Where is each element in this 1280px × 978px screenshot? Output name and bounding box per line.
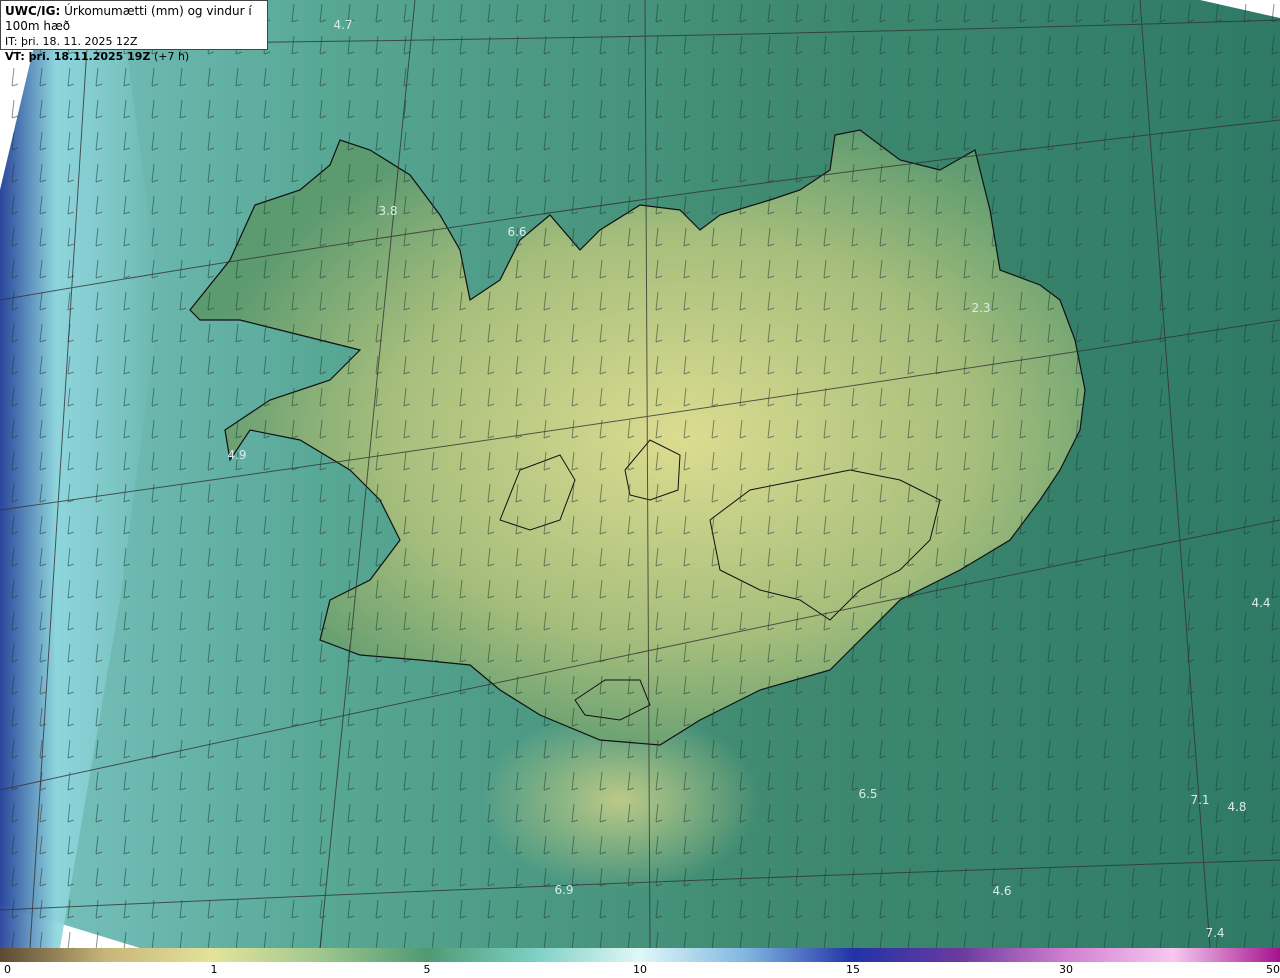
- product-title-line: UWC/IG: Úrkomumætti (mm) og vindur í 100…: [5, 4, 263, 34]
- map-value-label: 7.4: [1205, 926, 1225, 940]
- model-label: UWC/IG:: [5, 4, 61, 18]
- map-value-label: 4.4: [1251, 596, 1271, 610]
- colorbar-tick-label: 0: [4, 963, 11, 976]
- map-value-label: 6.9: [554, 883, 574, 897]
- colorbar-legend: 0 1 5 10 15 30 50: [0, 948, 1280, 978]
- map-value-label: 4.9: [227, 448, 247, 462]
- map-value-label: 7.1: [1190, 793, 1210, 807]
- map-info-box: UWC/IG: Úrkomumætti (mm) og vindur í 100…: [0, 0, 268, 63]
- colorbar-tick-label: 10: [633, 963, 647, 976]
- colorbar-tick-label: 1: [210, 963, 218, 976]
- colorbar-tick-label: 30: [1059, 963, 1073, 976]
- map-value-label: 4.8: [1227, 800, 1247, 814]
- map-value-label: 4.6: [992, 884, 1012, 898]
- map-value-label: 6.6: [507, 225, 527, 239]
- valid-time: VT: þri. 18.11.2025 19Z: [5, 50, 151, 63]
- map-value-label: 4.7: [333, 18, 353, 32]
- colorbar-strip: [0, 948, 1280, 962]
- colorbar-tick-label: 50: [1266, 963, 1280, 976]
- lead-time: (+7 h): [153, 50, 190, 63]
- map-value-label: 6.5: [858, 787, 878, 801]
- valid-time-line: VT: þri. 18.11.2025 19Z (+7 h): [5, 49, 263, 64]
- colorbar-tick-label: 15: [846, 963, 860, 976]
- weather-map: [0, 0, 1280, 948]
- map-value-label: 2.3: [971, 301, 991, 315]
- map-value-label: 3.8: [378, 204, 398, 218]
- init-time: IT: þri. 18. 11. 2025 12Z: [5, 35, 138, 48]
- colorbar-tick-label: 5: [423, 963, 431, 976]
